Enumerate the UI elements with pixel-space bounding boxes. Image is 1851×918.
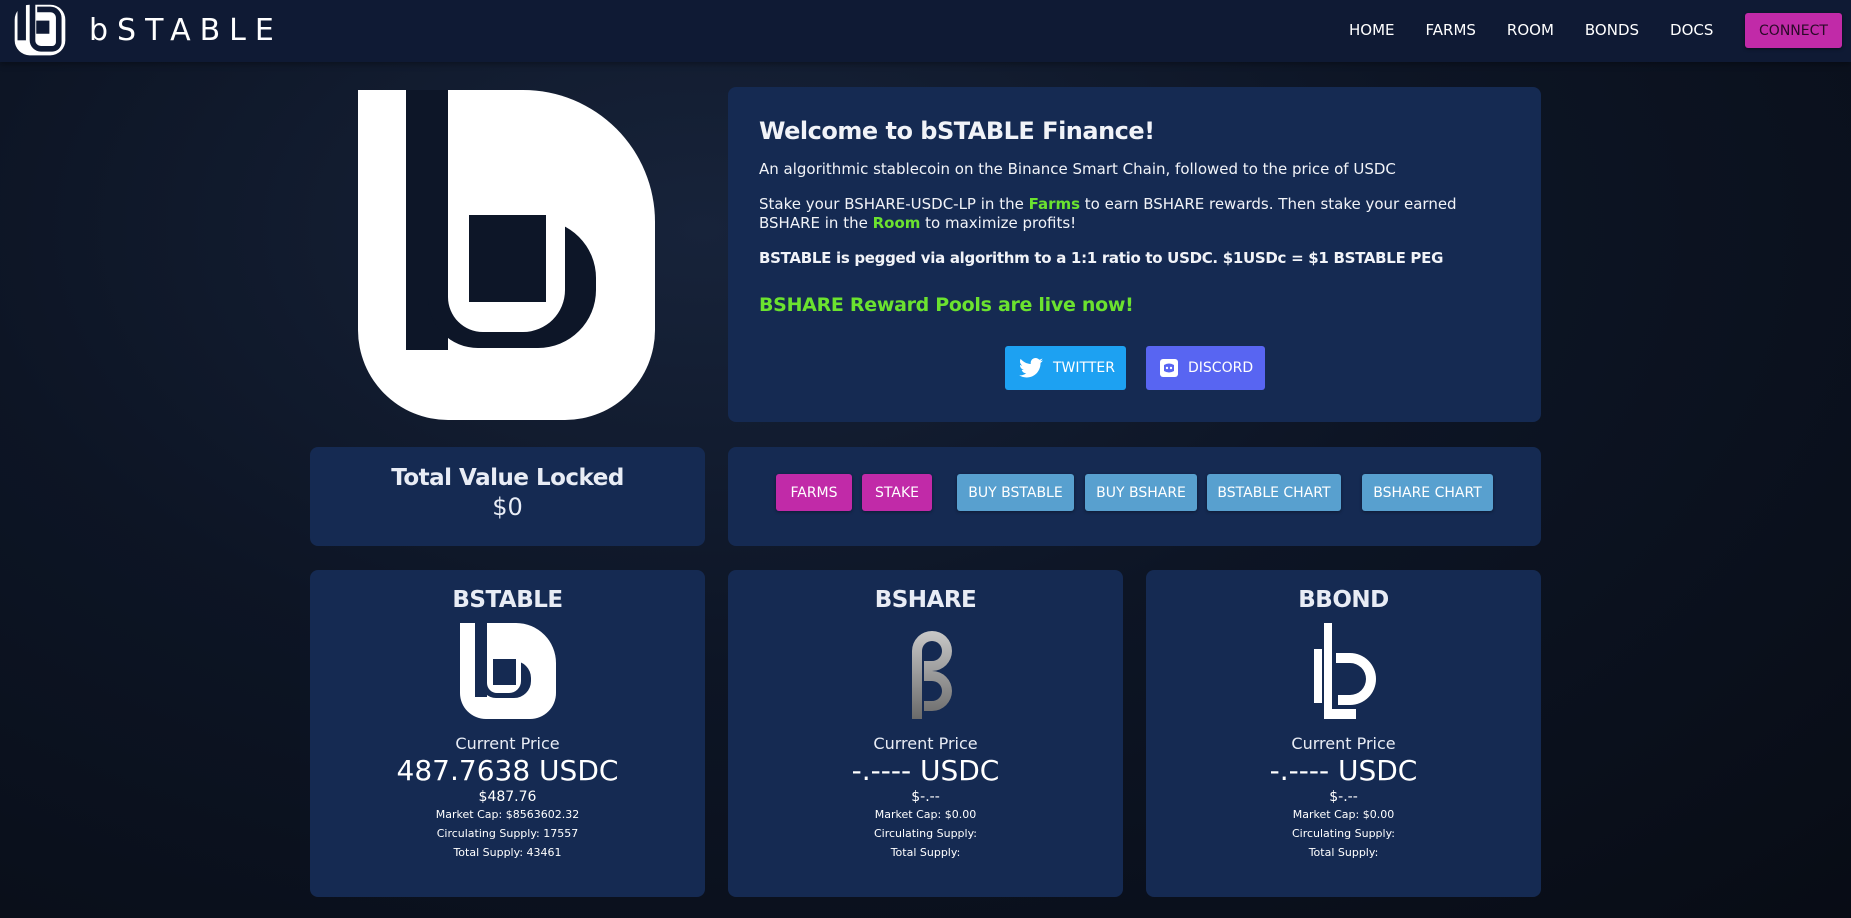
market-cap: Market Cap: $0.00 [874,808,977,821]
top-navbar: bSTABLE HOME FARMS ROOM BONDS DOCS CONNE… [0,0,1851,62]
circulating-supply: Circulating Supply: [873,827,978,840]
nav-bonds[interactable]: BONDS [1585,21,1639,39]
current-price-label: Current Price [1291,734,1396,753]
nav-room[interactable]: ROOM [1507,21,1554,39]
discord-label: DISCORD [1188,360,1254,376]
total-supply: Total Supply: 43461 [453,846,562,859]
bbond-logo-icon [1313,623,1376,719]
token-price: 487.7638 USDC [396,754,619,787]
welcome-intro: An algorithmic stablecoin on the Binance… [759,160,1396,178]
bstable-logo-icon [459,623,556,719]
connect-button[interactable]: CONNECT [1745,13,1842,48]
bstable-logo-icon [14,2,66,56]
bshare-logo-icon [911,631,952,719]
bstable-chart-button[interactable]: BSTABLE CHART [1207,474,1341,511]
farms-link[interactable]: Farms [1029,195,1080,213]
stake-text-pre: Stake your BSHARE-USDC-LP in the [759,195,1029,213]
stake-text-post: to maximize profits! [920,214,1077,232]
live-announcement: BSHARE Reward Pools are live now! [759,294,1134,316]
welcome-title: Welcome to bSTABLE Finance! [759,117,1155,145]
circulating-supply: Circulating Supply: 17557 [436,827,579,840]
nav-docs[interactable]: DOCS [1670,21,1713,39]
discord-button[interactable]: DISCORD [1146,346,1265,390]
main-nav: HOME FARMS ROOM BONDS DOCS [1349,21,1744,39]
peg-statement: BSTABLE is pegged via algorithm to a 1:1… [759,249,1444,267]
token-card-bbond: BBOND Current Price -.---- USDC $-.-- Ma… [1146,570,1541,897]
twitter-button[interactable]: TWITTER [1005,346,1126,390]
token-usd-price: $-.-- [1329,789,1358,805]
circulating-supply: Circulating Supply: [1291,827,1396,840]
market-cap: Market Cap: $0.00 [1292,808,1395,821]
token-usd-price: $-.-- [911,789,940,805]
stake-button[interactable]: STAKE [862,474,932,511]
welcome-panel: Welcome to bSTABLE Finance! An algorithm… [728,87,1541,422]
token-card-bshare: BSHARE Current Price -.---- USDC $-.-- M… [728,570,1123,897]
buy-bstable-button[interactable]: BUY BSTABLE [957,474,1074,511]
hero-bstable-logo [358,90,655,420]
brand-name: bSTABLE [89,12,283,48]
tvl-value: $0 [492,493,523,521]
brand[interactable]: bSTABLE [9,0,283,60]
token-usd-price: $487.76 [478,789,537,805]
total-supply: Total Supply: [1308,846,1379,859]
bshare-chart-button[interactable]: BSHARE CHART [1362,474,1493,511]
token-card-bstable: BSTABLE Current Price 487.7638 USDC $487… [310,570,705,897]
token-price: -.---- USDC [851,754,1000,787]
token-price: -.---- USDC [1269,754,1418,787]
room-link[interactable]: Room [873,214,921,232]
current-price-label: Current Price [873,734,978,753]
farms-button[interactable]: FARMS [776,474,852,511]
token-name: BSHARE [874,587,977,613]
token-name: BSTABLE [452,587,563,613]
market-cap: Market Cap: $8563602.32 [435,808,580,821]
twitter-icon [1019,358,1043,378]
buy-bshare-button[interactable]: BUY BSHARE [1085,474,1197,511]
token-name: BBOND [1298,587,1389,613]
nav-farms[interactable]: FARMS [1426,21,1476,39]
twitter-label: TWITTER [1053,360,1115,376]
current-price-label: Current Price [455,734,560,753]
welcome-stake-text: Stake your BSHARE-USDC-LP in the Farms t… [759,195,1510,233]
total-supply: Total Supply: [890,846,961,859]
discord-icon [1160,359,1178,377]
tvl-panel: Total Value Locked $0 [310,447,705,546]
tvl-label: Total Value Locked [391,465,624,491]
actions-panel: FARMS STAKE BUY BSTABLE BUY BSHARE BSTAB… [728,447,1541,546]
nav-home[interactable]: HOME [1349,21,1395,39]
